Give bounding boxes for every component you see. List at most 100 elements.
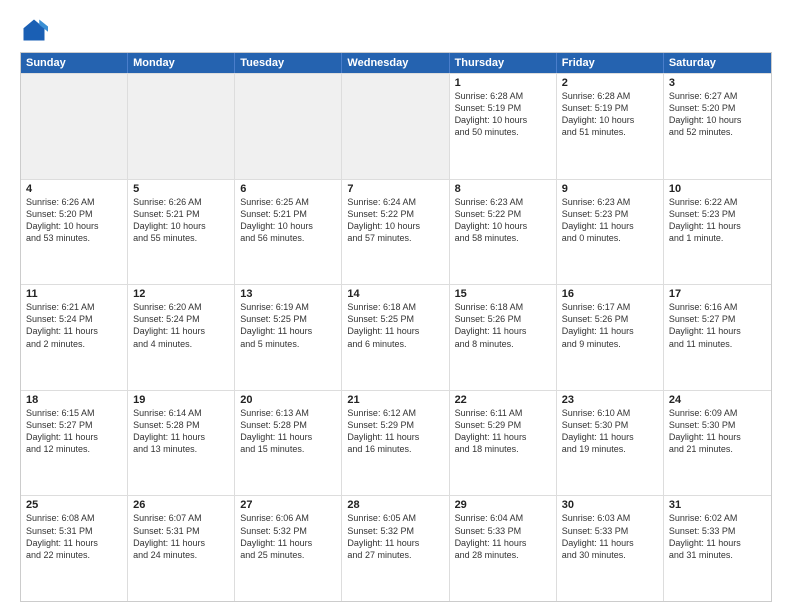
header-day-thursday: Thursday [450, 53, 557, 73]
day-number-7: 7 [347, 183, 443, 195]
header-day-friday: Friday [557, 53, 664, 73]
header-day-monday: Monday [128, 53, 235, 73]
day-detail-28: Sunrise: 6:05 AM Sunset: 5:32 PM Dayligh… [347, 512, 443, 561]
day-detail-2: Sunrise: 6:28 AM Sunset: 5:19 PM Dayligh… [562, 90, 658, 139]
header-day-saturday: Saturday [664, 53, 771, 73]
day-number-18: 18 [26, 394, 122, 406]
day-number-26: 26 [133, 499, 229, 511]
day-detail-3: Sunrise: 6:27 AM Sunset: 5:20 PM Dayligh… [669, 90, 766, 139]
day-detail-27: Sunrise: 6:06 AM Sunset: 5:32 PM Dayligh… [240, 512, 336, 561]
day-number-9: 9 [562, 183, 658, 195]
day-detail-5: Sunrise: 6:26 AM Sunset: 5:21 PM Dayligh… [133, 196, 229, 245]
day-cell-31: 31Sunrise: 6:02 AM Sunset: 5:33 PM Dayli… [664, 496, 771, 601]
day-number-21: 21 [347, 394, 443, 406]
calendar-header: SundayMondayTuesdayWednesdayThursdayFrid… [21, 53, 771, 73]
calendar-body: 1Sunrise: 6:28 AM Sunset: 5:19 PM Daylig… [21, 73, 771, 601]
day-detail-1: Sunrise: 6:28 AM Sunset: 5:19 PM Dayligh… [455, 90, 551, 139]
day-cell-18: 18Sunrise: 6:15 AM Sunset: 5:27 PM Dayli… [21, 391, 128, 496]
day-cell-6: 6Sunrise: 6:25 AM Sunset: 5:21 PM Daylig… [235, 180, 342, 285]
day-cell-28: 28Sunrise: 6:05 AM Sunset: 5:32 PM Dayli… [342, 496, 449, 601]
day-cell-2: 2Sunrise: 6:28 AM Sunset: 5:19 PM Daylig… [557, 74, 664, 179]
day-number-8: 8 [455, 183, 551, 195]
day-number-10: 10 [669, 183, 766, 195]
day-cell-10: 10Sunrise: 6:22 AM Sunset: 5:23 PM Dayli… [664, 180, 771, 285]
calendar-row-2: 4Sunrise: 6:26 AM Sunset: 5:20 PM Daylig… [21, 179, 771, 285]
header-day-wednesday: Wednesday [342, 53, 449, 73]
day-number-24: 24 [669, 394, 766, 406]
day-number-1: 1 [455, 77, 551, 89]
day-cell-21: 21Sunrise: 6:12 AM Sunset: 5:29 PM Dayli… [342, 391, 449, 496]
day-cell-30: 30Sunrise: 6:03 AM Sunset: 5:33 PM Dayli… [557, 496, 664, 601]
day-number-25: 25 [26, 499, 122, 511]
day-number-3: 3 [669, 77, 766, 89]
day-number-4: 4 [26, 183, 122, 195]
day-detail-21: Sunrise: 6:12 AM Sunset: 5:29 PM Dayligh… [347, 407, 443, 456]
day-detail-22: Sunrise: 6:11 AM Sunset: 5:29 PM Dayligh… [455, 407, 551, 456]
calendar-row-5: 25Sunrise: 6:08 AM Sunset: 5:31 PM Dayli… [21, 495, 771, 601]
calendar-row-3: 11Sunrise: 6:21 AM Sunset: 5:24 PM Dayli… [21, 284, 771, 390]
day-number-31: 31 [669, 499, 766, 511]
day-detail-14: Sunrise: 6:18 AM Sunset: 5:25 PM Dayligh… [347, 301, 443, 350]
day-cell-29: 29Sunrise: 6:04 AM Sunset: 5:33 PM Dayli… [450, 496, 557, 601]
day-cell-20: 20Sunrise: 6:13 AM Sunset: 5:28 PM Dayli… [235, 391, 342, 496]
day-number-6: 6 [240, 183, 336, 195]
day-detail-8: Sunrise: 6:23 AM Sunset: 5:22 PM Dayligh… [455, 196, 551, 245]
day-detail-16: Sunrise: 6:17 AM Sunset: 5:26 PM Dayligh… [562, 301, 658, 350]
day-detail-31: Sunrise: 6:02 AM Sunset: 5:33 PM Dayligh… [669, 512, 766, 561]
day-cell-1: 1Sunrise: 6:28 AM Sunset: 5:19 PM Daylig… [450, 74, 557, 179]
day-cell-26: 26Sunrise: 6:07 AM Sunset: 5:31 PM Dayli… [128, 496, 235, 601]
day-cell-12: 12Sunrise: 6:20 AM Sunset: 5:24 PM Dayli… [128, 285, 235, 390]
day-cell-27: 27Sunrise: 6:06 AM Sunset: 5:32 PM Dayli… [235, 496, 342, 601]
logo [20, 16, 52, 44]
day-number-14: 14 [347, 288, 443, 300]
day-detail-9: Sunrise: 6:23 AM Sunset: 5:23 PM Dayligh… [562, 196, 658, 245]
day-cell-17: 17Sunrise: 6:16 AM Sunset: 5:27 PM Dayli… [664, 285, 771, 390]
day-cell-4: 4Sunrise: 6:26 AM Sunset: 5:20 PM Daylig… [21, 180, 128, 285]
day-detail-29: Sunrise: 6:04 AM Sunset: 5:33 PM Dayligh… [455, 512, 551, 561]
day-detail-12: Sunrise: 6:20 AM Sunset: 5:24 PM Dayligh… [133, 301, 229, 350]
day-cell-5: 5Sunrise: 6:26 AM Sunset: 5:21 PM Daylig… [128, 180, 235, 285]
day-number-28: 28 [347, 499, 443, 511]
day-number-17: 17 [669, 288, 766, 300]
empty-cell [342, 74, 449, 179]
day-cell-14: 14Sunrise: 6:18 AM Sunset: 5:25 PM Dayli… [342, 285, 449, 390]
day-detail-10: Sunrise: 6:22 AM Sunset: 5:23 PM Dayligh… [669, 196, 766, 245]
day-number-12: 12 [133, 288, 229, 300]
day-number-13: 13 [240, 288, 336, 300]
day-detail-20: Sunrise: 6:13 AM Sunset: 5:28 PM Dayligh… [240, 407, 336, 456]
calendar: SundayMondayTuesdayWednesdayThursdayFrid… [20, 52, 772, 602]
day-cell-7: 7Sunrise: 6:24 AM Sunset: 5:22 PM Daylig… [342, 180, 449, 285]
calendar-row-1: 1Sunrise: 6:28 AM Sunset: 5:19 PM Daylig… [21, 73, 771, 179]
day-cell-15: 15Sunrise: 6:18 AM Sunset: 5:26 PM Dayli… [450, 285, 557, 390]
day-cell-13: 13Sunrise: 6:19 AM Sunset: 5:25 PM Dayli… [235, 285, 342, 390]
header-day-sunday: Sunday [21, 53, 128, 73]
day-cell-25: 25Sunrise: 6:08 AM Sunset: 5:31 PM Dayli… [21, 496, 128, 601]
day-detail-17: Sunrise: 6:16 AM Sunset: 5:27 PM Dayligh… [669, 301, 766, 350]
day-number-29: 29 [455, 499, 551, 511]
day-detail-23: Sunrise: 6:10 AM Sunset: 5:30 PM Dayligh… [562, 407, 658, 456]
day-detail-6: Sunrise: 6:25 AM Sunset: 5:21 PM Dayligh… [240, 196, 336, 245]
day-cell-24: 24Sunrise: 6:09 AM Sunset: 5:30 PM Dayli… [664, 391, 771, 496]
day-detail-30: Sunrise: 6:03 AM Sunset: 5:33 PM Dayligh… [562, 512, 658, 561]
day-cell-3: 3Sunrise: 6:27 AM Sunset: 5:20 PM Daylig… [664, 74, 771, 179]
day-cell-23: 23Sunrise: 6:10 AM Sunset: 5:30 PM Dayli… [557, 391, 664, 496]
day-number-15: 15 [455, 288, 551, 300]
empty-cell [21, 74, 128, 179]
page: SundayMondayTuesdayWednesdayThursdayFrid… [0, 0, 792, 612]
day-cell-9: 9Sunrise: 6:23 AM Sunset: 5:23 PM Daylig… [557, 180, 664, 285]
logo-icon [20, 16, 48, 44]
day-number-16: 16 [562, 288, 658, 300]
header [20, 16, 772, 44]
empty-cell [128, 74, 235, 179]
day-detail-19: Sunrise: 6:14 AM Sunset: 5:28 PM Dayligh… [133, 407, 229, 456]
calendar-row-4: 18Sunrise: 6:15 AM Sunset: 5:27 PM Dayli… [21, 390, 771, 496]
day-number-5: 5 [133, 183, 229, 195]
header-day-tuesday: Tuesday [235, 53, 342, 73]
day-number-23: 23 [562, 394, 658, 406]
day-cell-22: 22Sunrise: 6:11 AM Sunset: 5:29 PM Dayli… [450, 391, 557, 496]
day-detail-11: Sunrise: 6:21 AM Sunset: 5:24 PM Dayligh… [26, 301, 122, 350]
day-detail-7: Sunrise: 6:24 AM Sunset: 5:22 PM Dayligh… [347, 196, 443, 245]
day-detail-26: Sunrise: 6:07 AM Sunset: 5:31 PM Dayligh… [133, 512, 229, 561]
day-cell-11: 11Sunrise: 6:21 AM Sunset: 5:24 PM Dayli… [21, 285, 128, 390]
day-number-19: 19 [133, 394, 229, 406]
